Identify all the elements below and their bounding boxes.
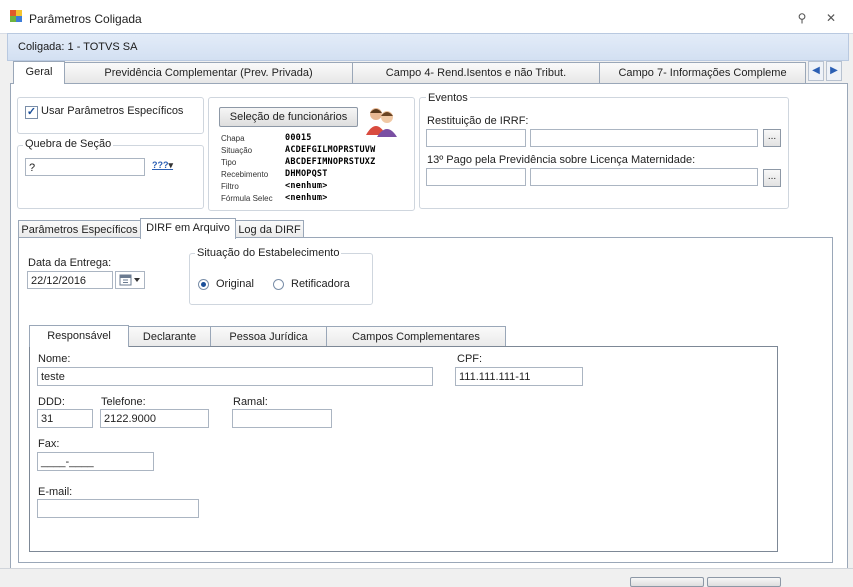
telefone-label: Telefone:	[101, 396, 146, 408]
tab-campos-complementares[interactable]: Campos Complementares	[326, 326, 506, 347]
ramal-label: Ramal:	[233, 396, 268, 408]
tipo-label: Tipo	[221, 158, 237, 167]
situacao-title: Situação do Estabelecimento	[195, 247, 342, 259]
data-entrega-label: Data da Entrega:	[28, 257, 112, 269]
tab-campo-4[interactable]: Campo 4- Rend.Isentos e não Tribut.	[352, 62, 600, 83]
calendar-icon	[119, 274, 140, 286]
usar-parametros-group: ✓ Usar Parâmetros Específicos	[17, 97, 204, 134]
situacao-value: ACDEFGILMOPRSTUVW	[285, 145, 376, 155]
data-entrega-input[interactable]: 22/12/2016	[27, 271, 113, 289]
original-label: Original	[216, 278, 254, 290]
recebimento-value: DHMOPQST	[285, 169, 328, 179]
decimo-terceiro-label: 13º Pago pela Previdência sobre Licença …	[427, 154, 696, 166]
ramal-input[interactable]	[232, 409, 332, 428]
footer-button-2[interactable]	[707, 577, 781, 587]
tab-dirf-em-arquivo[interactable]: DIRF em Arquivo	[140, 218, 236, 239]
quebra-secao-input[interactable]: ?	[25, 158, 145, 176]
tab-declarante[interactable]: Declarante	[128, 326, 211, 347]
usar-parametros-checkbox[interactable]: ✓	[25, 106, 38, 119]
eventos-group: Eventos Restituição de IRRF: ... 13º Pag…	[419, 92, 789, 209]
tab-responsavel[interactable]: Responsável	[29, 325, 129, 347]
nome-label: Nome:	[38, 353, 71, 365]
restituicao-irrf-code-input[interactable]	[426, 129, 526, 147]
decimo-terceiro-desc-input[interactable]	[530, 168, 758, 186]
tab-pessoa-juridica[interactable]: Pessoa Jurídica	[210, 326, 327, 347]
title-bar: Parâmetros Coligada ⚲ ✕	[0, 0, 853, 34]
formula-label: Fórmula Selec	[221, 194, 273, 203]
users-icon	[365, 105, 399, 137]
cpf-input[interactable]: 111.111.111-11	[455, 367, 583, 386]
filtro-value: <nenhum>	[285, 181, 328, 191]
retificadora-radio[interactable]	[273, 279, 284, 290]
eventos-title: Eventos	[426, 92, 470, 104]
quebra-secao-title: Quebra de Seção	[23, 138, 114, 150]
email-label: E-mail:	[38, 486, 73, 498]
coligada-header: Coligada: 1 - TOTVS SA	[7, 33, 849, 61]
restituicao-irrf-desc-input[interactable]	[530, 129, 758, 147]
tab-previdencia-complementar[interactable]: Previdência Complementar (Prev. Privada)	[64, 62, 353, 83]
tipo-value: ABCDEFIMNOPRSTUXZ	[285, 157, 376, 167]
usar-parametros-label: Usar Parâmetros Específicos	[41, 105, 184, 117]
recebimento-label: Recebimento	[221, 170, 269, 179]
ddd-label: DDD:	[38, 396, 65, 408]
decimo-terceiro-code-input[interactable]	[426, 168, 526, 186]
tab-scroll-right-icon[interactable]: ▶	[826, 61, 842, 81]
situacao-label: Situação	[221, 146, 253, 155]
selecao-funcionarios-button[interactable]: Seleção de funcionários	[219, 107, 358, 127]
ddd-input[interactable]: 31	[37, 409, 93, 428]
retificadora-label: Retificadora	[291, 278, 350, 290]
cpf-label: CPF:	[457, 353, 483, 365]
app-icon	[10, 10, 22, 22]
tab-geral[interactable]: Geral	[13, 61, 65, 84]
situacao-group: Situação do Estabelecimento Original Ret…	[189, 247, 373, 305]
tab-scroll-left-icon[interactable]: ◀	[808, 61, 824, 81]
telefone-input[interactable]: 2122.9000	[100, 409, 209, 428]
fax-input[interactable]: ____-____	[37, 452, 154, 471]
filtro-label: Filtro	[221, 182, 239, 191]
selecao-funcionarios-group: Seleção de funcionários Chapa 00015 Situ…	[208, 97, 415, 211]
nome-input[interactable]: teste	[37, 367, 433, 386]
restituicao-irrf-label: Restituição de IRRF:	[427, 115, 529, 127]
fax-label: Fax:	[38, 438, 60, 450]
pin-icon[interactable]: ⚲	[794, 10, 810, 26]
quebra-secao-group: Quebra de Seção ? ???▾	[17, 138, 204, 209]
mask-picker-icon[interactable]: ???▾	[152, 160, 173, 174]
close-icon[interactable]: ✕	[823, 10, 839, 26]
chapa-value: 00015	[285, 133, 312, 143]
restituicao-irrf-lookup-button[interactable]: ...	[763, 129, 781, 147]
coligada-label: Coligada: 1 - TOTVS SA	[18, 41, 138, 53]
tab-campo-7[interactable]: Campo 7- Informações Compleme	[599, 62, 806, 83]
footer-button-1[interactable]	[630, 577, 704, 587]
chapa-label: Chapa	[221, 134, 245, 143]
decimo-terceiro-lookup-button[interactable]: ...	[763, 169, 781, 187]
email-input[interactable]	[37, 499, 199, 518]
window-title: Parâmetros Coligada	[29, 12, 142, 26]
original-radio[interactable]	[198, 279, 209, 290]
calendar-dropdown[interactable]	[115, 271, 145, 289]
formula-value: <nenhum>	[285, 193, 328, 203]
check-icon: ✓	[26, 106, 37, 118]
